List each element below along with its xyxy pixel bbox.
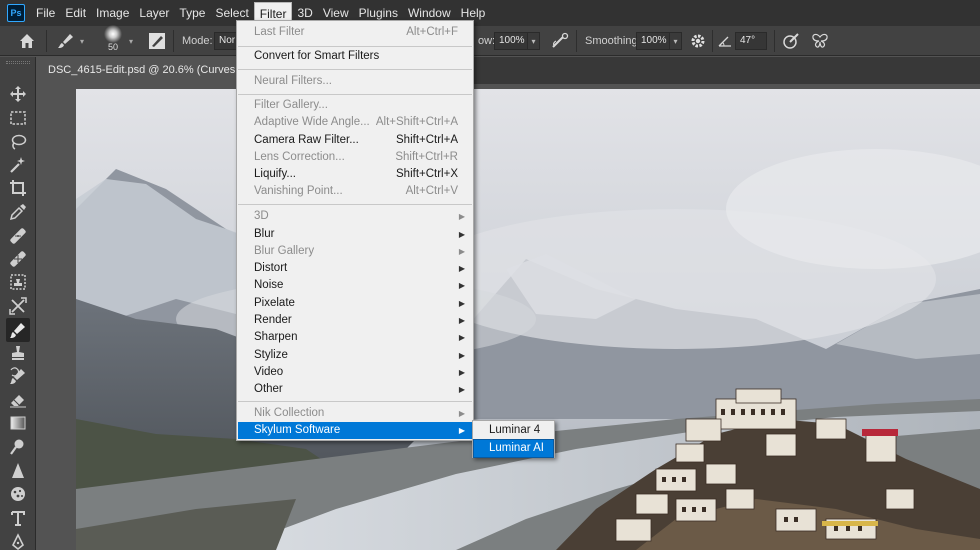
menu-item-video[interactable]: Video ▶ xyxy=(238,364,472,381)
clone-stamp-tool-icon[interactable] xyxy=(9,273,27,291)
chevron-right-icon: ▶ xyxy=(458,368,465,377)
flow-value: 100% xyxy=(494,32,528,50)
menu-item-luminar-4[interactable]: Luminar 4 xyxy=(474,422,553,439)
brush-tool-preset-icon[interactable]: ▾ xyxy=(56,26,84,56)
crop-tool-icon[interactable] xyxy=(9,179,27,197)
transform-tool-icon[interactable] xyxy=(9,297,27,315)
menu-item-blur-gallery[interactable]: Blur Gallery ▶ xyxy=(238,243,472,260)
menu-item-pixelate[interactable]: Pixelate ▶ xyxy=(238,295,472,312)
mode-select[interactable]: Nor xyxy=(214,26,236,56)
options-bar: ▾ 50 ▾ Mode: Nor ow: 100% ▾ Smoothing: 1… xyxy=(0,23,980,56)
chevron-right-icon: ▶ xyxy=(458,385,465,394)
chevron-right-icon: ▶ xyxy=(458,264,465,273)
smoothing-value: 100% xyxy=(636,32,670,50)
gear-icon[interactable] xyxy=(690,26,706,56)
menu-item-liquify[interactable]: Liquify... Shift+Ctrl+X xyxy=(238,166,472,183)
history-brush-tool-icon[interactable] xyxy=(9,367,27,385)
mountain-monastery-photo[interactable] xyxy=(76,89,980,550)
sharpen-tool-icon[interactable] xyxy=(9,462,27,480)
angle-value: 47° xyxy=(735,32,767,50)
chevron-right-icon: ▶ xyxy=(458,409,465,418)
angle-icon xyxy=(718,26,732,56)
brush-size-value: 50 xyxy=(107,41,118,52)
brush-size-picker[interactable]: 50 xyxy=(104,23,122,53)
menu-edit[interactable]: Edit xyxy=(60,2,91,24)
airbrush-icon[interactable] xyxy=(550,26,570,56)
menu-item-adaptive-wide-angle[interactable]: Adaptive Wide Angle... Alt+Shift+Ctrl+A xyxy=(238,114,472,131)
menu-item-blur[interactable]: Blur ▶ xyxy=(238,226,472,243)
menu-item-sharpen[interactable]: Sharpen ▶ xyxy=(238,329,472,346)
eyedropper-tool-icon[interactable] xyxy=(9,203,27,221)
skylum-submenu: Luminar 4 Luminar AI xyxy=(472,420,555,458)
menu-item-nik-collection[interactable]: Nik Collection ▶ xyxy=(238,405,472,422)
document-tab-bar: DSC_4615-Edit.psd @ 20.6% (Curves 19, ..… xyxy=(36,57,980,84)
lasso-tool-icon[interactable] xyxy=(9,133,27,151)
chevron-down-icon[interactable]: ▾ xyxy=(129,26,133,56)
dodge-tool-icon[interactable] xyxy=(9,438,27,456)
chevron-down-icon[interactable]: ▾ xyxy=(670,32,682,50)
type-tool-icon[interactable] xyxy=(9,509,27,527)
stamp-tool-icon[interactable] xyxy=(9,344,27,362)
smoothing-field[interactable]: 100% ▾ xyxy=(636,26,682,56)
pen-tool-icon[interactable] xyxy=(9,533,27,550)
menu-item-vanishing-point[interactable]: Vanishing Point... Alt+Ctrl+V xyxy=(238,183,472,200)
menu-item-last-filter[interactable]: Last Filter Alt+Ctrl+F xyxy=(238,24,472,41)
brush-tip-icon xyxy=(104,24,122,43)
menu-bar: Ps File Edit Image Layer Type Select Fil… xyxy=(0,0,980,26)
menu-type[interactable]: Type xyxy=(174,2,210,24)
tools-panel xyxy=(0,57,36,550)
healing-brush-tool-icon[interactable] xyxy=(9,227,27,245)
brush-settings-panel-icon[interactable] xyxy=(148,26,166,56)
menu-item-noise[interactable]: Noise ▶ xyxy=(238,277,472,294)
chevron-right-icon: ▶ xyxy=(458,426,465,435)
menu-item-filter-gallery[interactable]: Filter Gallery... xyxy=(238,97,472,114)
menu-layer[interactable]: Layer xyxy=(134,2,174,24)
menu-item-render[interactable]: Render ▶ xyxy=(238,312,472,329)
menu-item-neural-filters[interactable]: Neural Filters... xyxy=(238,73,472,90)
menu-item-convert-smart-filters[interactable]: Convert for Smart Filters xyxy=(238,48,472,65)
pressure-size-icon[interactable] xyxy=(781,26,801,56)
mode-value: Nor xyxy=(214,32,236,50)
marquee-tool-icon[interactable] xyxy=(9,109,27,127)
sponge-tool-icon[interactable] xyxy=(9,485,27,503)
chevron-down-icon[interactable]: ▾ xyxy=(528,32,540,50)
gradient-tool-icon[interactable] xyxy=(9,414,27,432)
menu-item-3d[interactable]: 3D ▶ xyxy=(238,208,472,225)
chevron-right-icon: ▶ xyxy=(458,333,465,342)
chevron-right-icon: ▶ xyxy=(458,299,465,308)
chevron-right-icon: ▶ xyxy=(458,247,465,256)
menu-item-lens-correction[interactable]: Lens Correction... Shift+Ctrl+R xyxy=(238,149,472,166)
chevron-right-icon: ▶ xyxy=(458,316,465,325)
panel-grip[interactable] xyxy=(6,61,30,64)
brush-tool-icon[interactable] xyxy=(6,318,30,342)
menu-item-skylum-software[interactable]: Skylum Software ▶ xyxy=(238,422,472,439)
flow-label: ow: xyxy=(478,35,496,47)
home-icon[interactable] xyxy=(18,26,36,56)
flow-field[interactable]: 100% ▾ xyxy=(494,26,540,56)
mode-label: Mode: xyxy=(182,35,213,47)
move-tool-icon[interactable] xyxy=(9,85,27,103)
menu-item-other[interactable]: Other ▶ xyxy=(238,381,472,398)
chevron-right-icon: ▶ xyxy=(458,212,465,221)
eraser-tool-icon[interactable] xyxy=(9,391,27,409)
menu-item-stylize[interactable]: Stylize ▶ xyxy=(238,347,472,364)
filter-menu-dropdown: Last Filter Alt+Ctrl+F Convert for Smart… xyxy=(236,20,474,441)
canvas-area[interactable] xyxy=(36,84,980,550)
symmetry-butterfly-icon[interactable] xyxy=(811,26,829,56)
chevron-right-icon: ▶ xyxy=(458,281,465,290)
quick-selection-tool-icon[interactable] xyxy=(9,156,27,174)
menu-image[interactable]: Image xyxy=(91,2,134,24)
smoothing-label: Smoothing: xyxy=(585,35,641,47)
angle-field[interactable]: 47° xyxy=(735,26,767,56)
chevron-right-icon: ▶ xyxy=(458,351,465,360)
menu-file[interactable]: File xyxy=(31,2,60,24)
menu-item-camera-raw-filter[interactable]: Camera Raw Filter... Shift+Ctrl+A xyxy=(238,132,472,149)
chevron-right-icon: ▶ xyxy=(458,230,465,239)
menu-item-distort[interactable]: Distort ▶ xyxy=(238,260,472,277)
patch-tool-icon[interactable] xyxy=(9,250,27,268)
photoshop-logo-icon[interactable]: Ps xyxy=(7,4,25,22)
menu-item-luminar-ai[interactable]: Luminar AI xyxy=(473,439,554,458)
